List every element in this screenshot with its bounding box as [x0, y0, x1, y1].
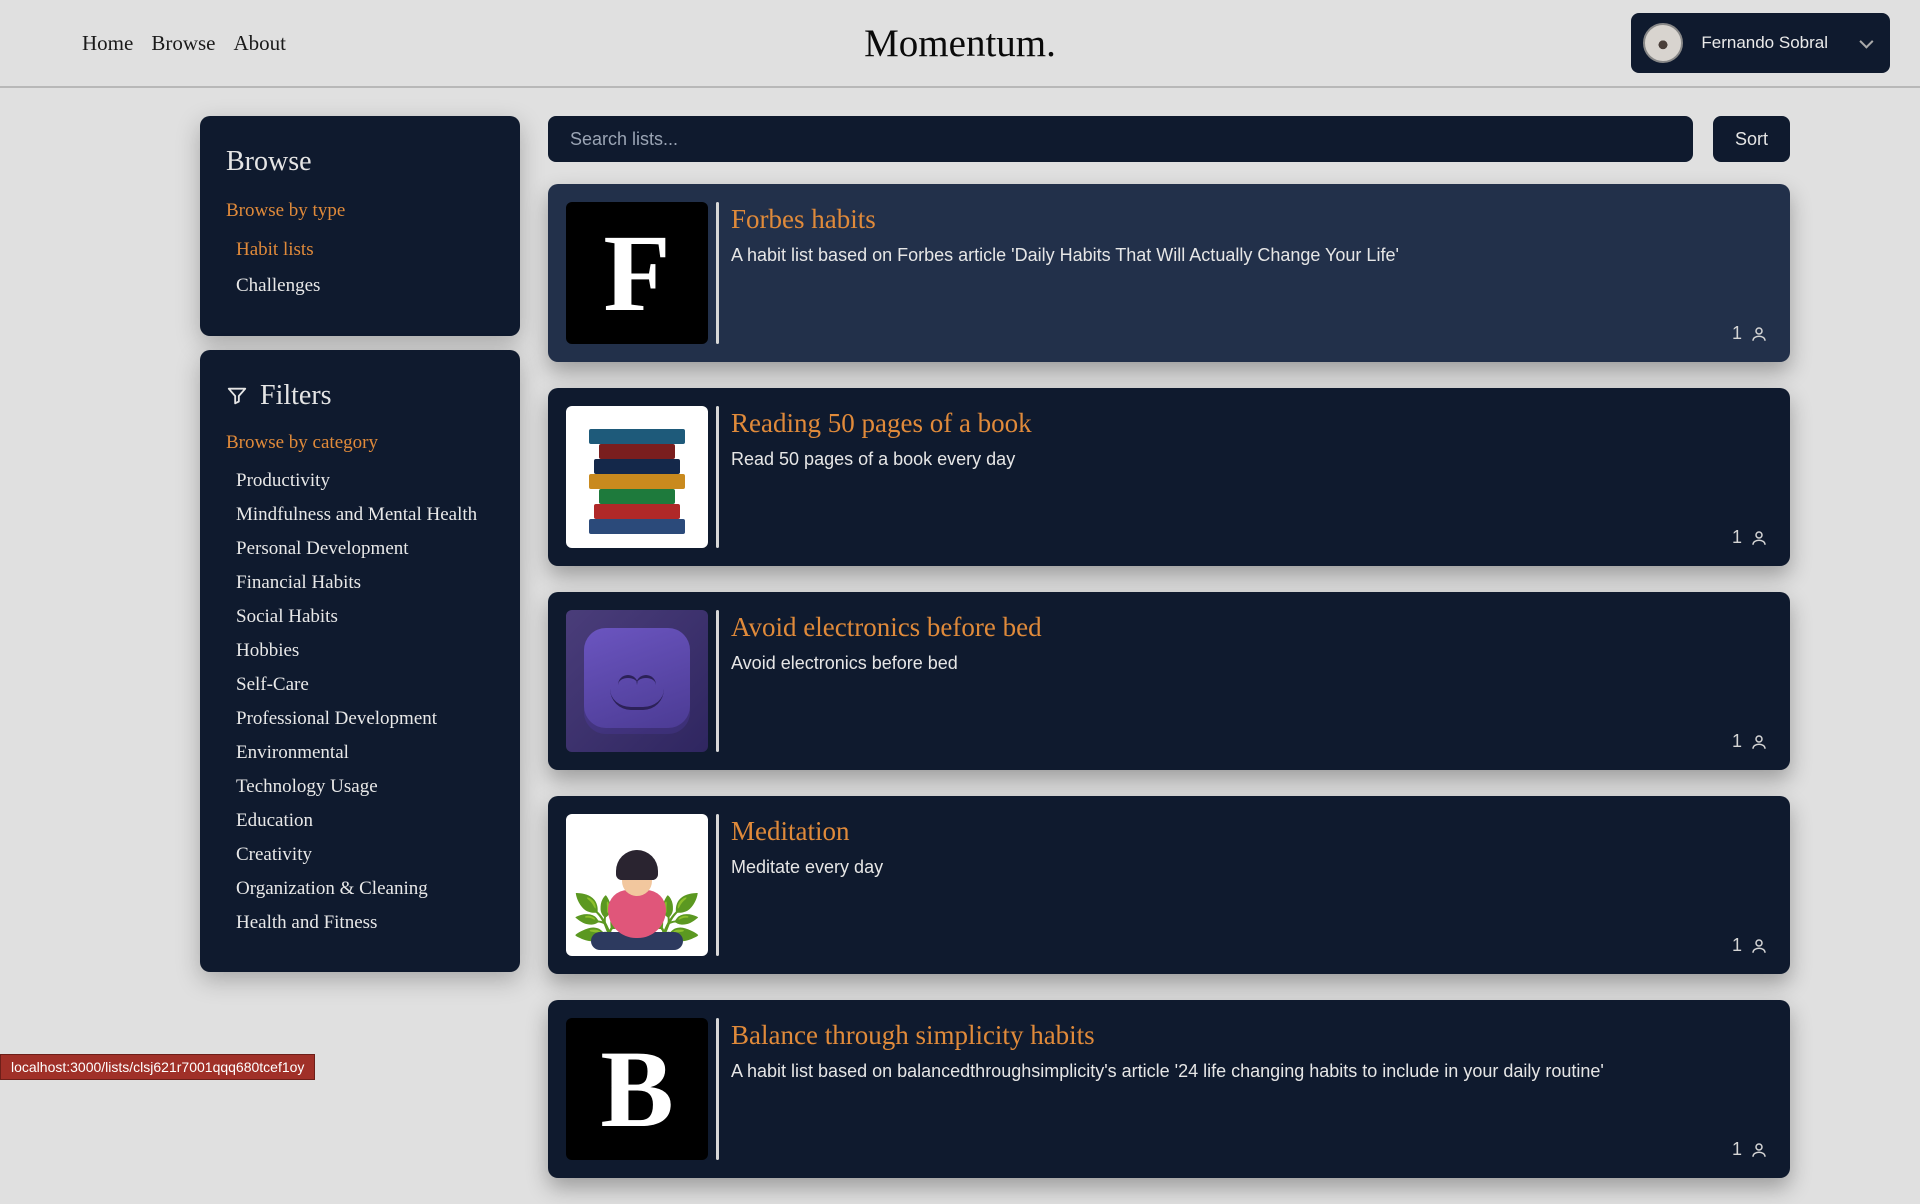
subscriber-count: 1: [1732, 731, 1742, 752]
card-title: Meditation: [731, 816, 1772, 847]
card-description: Avoid electronics before bed: [731, 653, 1772, 674]
main-nav: Home Browse About: [82, 31, 286, 56]
card-title: Balance through simplicity habits: [731, 1020, 1772, 1051]
funnel-icon: [226, 385, 248, 407]
list-card[interactable]: Reading 50 pages of a book Read 50 pages…: [548, 388, 1790, 566]
category-item[interactable]: Financial Habits: [226, 566, 494, 600]
card-description: Meditate every day: [731, 857, 1772, 878]
card-thumbnail: [566, 610, 708, 752]
subscriber-count: 1: [1732, 1139, 1742, 1160]
main-column: Sort F Forbes habits A habit list based …: [548, 116, 1790, 1204]
browse-by-type-label: Browse by type: [226, 200, 494, 222]
card-title: Avoid electronics before bed: [731, 612, 1772, 643]
category-item[interactable]: Social Habits: [226, 600, 494, 634]
card-meta: 1: [1732, 323, 1768, 344]
filters-title: Filters: [260, 380, 332, 412]
user-icon: [1750, 937, 1768, 955]
card-title: Reading 50 pages of a book: [731, 408, 1772, 439]
chevron-down-icon: [1859, 35, 1873, 49]
card-description: A habit list based on Forbes article 'Da…: [731, 245, 1772, 266]
left-column: Browse Browse by type Habit listsChallen…: [200, 116, 520, 1204]
card-body: Meditation Meditate every day: [731, 814, 1772, 956]
list-card[interactable]: Avoid electronics before bed Avoid elect…: [548, 592, 1790, 770]
search-row: Sort: [548, 116, 1790, 162]
browse-title: Browse: [226, 146, 494, 178]
card-list: F Forbes habits A habit list based on Fo…: [548, 184, 1790, 1178]
user-icon: [1750, 529, 1768, 547]
card-divider: [716, 406, 719, 548]
category-item[interactable]: Productivity: [226, 464, 494, 498]
user-icon: [1750, 733, 1768, 751]
sort-button[interactable]: Sort: [1713, 116, 1790, 162]
category-item[interactable]: Health and Fitness: [226, 906, 494, 940]
card-divider: [716, 202, 719, 344]
category-item[interactable]: Hobbies: [226, 634, 494, 668]
category-item[interactable]: Education: [226, 804, 494, 838]
card-description: A habit list based on balancedthroughsim…: [731, 1061, 1772, 1082]
user-icon: [1750, 1141, 1768, 1159]
search-input[interactable]: [548, 116, 1693, 162]
list-card[interactable]: 🌿🌿 Meditation Meditate every day 1: [548, 796, 1790, 974]
card-body: Avoid electronics before bed Avoid elect…: [731, 610, 1772, 752]
avatar: [1643, 23, 1683, 63]
card-body: Reading 50 pages of a book Read 50 pages…: [731, 406, 1772, 548]
card-divider: [716, 610, 719, 752]
category-item[interactable]: Organization & Cleaning: [226, 872, 494, 906]
filters-panel: Filters Browse by category ProductivityM…: [200, 350, 520, 972]
card-description: Read 50 pages of a book every day: [731, 449, 1772, 470]
type-item[interactable]: Challenges: [226, 268, 494, 304]
category-list: ProductivityMindfulness and Mental Healt…: [226, 464, 494, 940]
type-item[interactable]: Habit lists: [226, 232, 494, 268]
subscriber-count: 1: [1732, 935, 1742, 956]
category-item[interactable]: Professional Development: [226, 702, 494, 736]
category-item[interactable]: Environmental: [226, 736, 494, 770]
category-item[interactable]: Creativity: [226, 838, 494, 872]
nav-about[interactable]: About: [234, 31, 287, 56]
nav-browse[interactable]: Browse: [151, 31, 215, 56]
card-thumbnail: B: [566, 1018, 708, 1160]
card-meta: 1: [1732, 1139, 1768, 1160]
content: Browse Browse by type Habit listsChallen…: [0, 88, 1920, 1204]
category-item[interactable]: Mindfulness and Mental Health: [226, 498, 494, 532]
user-name: Fernando Sobral: [1701, 33, 1828, 53]
brand-title: Momentum.: [864, 21, 1056, 66]
card-divider: [716, 1018, 719, 1160]
card-body: Balance through simplicity habits A habi…: [731, 1018, 1772, 1160]
status-bar: localhost:3000/lists/clsj621r7001qqq680t…: [0, 1054, 315, 1080]
card-thumbnail: [566, 406, 708, 548]
card-meta: 1: [1732, 731, 1768, 752]
subscriber-count: 1: [1732, 323, 1742, 344]
card-divider: [716, 814, 719, 956]
browse-panel: Browse Browse by type Habit listsChallen…: [200, 116, 520, 336]
card-title: Forbes habits: [731, 204, 1772, 235]
card-meta: 1: [1732, 527, 1768, 548]
user-menu[interactable]: Fernando Sobral: [1631, 13, 1890, 73]
user-icon: [1750, 325, 1768, 343]
header: Home Browse About Momentum. Fernando Sob…: [0, 0, 1920, 88]
list-card[interactable]: F Forbes habits A habit list based on Fo…: [548, 184, 1790, 362]
card-thumbnail: F: [566, 202, 708, 344]
category-item[interactable]: Technology Usage: [226, 770, 494, 804]
category-item[interactable]: Personal Development: [226, 532, 494, 566]
category-item[interactable]: Self-Care: [226, 668, 494, 702]
subscriber-count: 1: [1732, 527, 1742, 548]
nav-home[interactable]: Home: [82, 31, 133, 56]
card-meta: 1: [1732, 935, 1768, 956]
browse-by-category-label: Browse by category: [226, 432, 494, 454]
card-body: Forbes habits A habit list based on Forb…: [731, 202, 1772, 344]
list-card[interactable]: B Balance through simplicity habits A ha…: [548, 1000, 1790, 1178]
card-thumbnail: 🌿🌿: [566, 814, 708, 956]
type-list: Habit listsChallenges: [226, 232, 494, 304]
